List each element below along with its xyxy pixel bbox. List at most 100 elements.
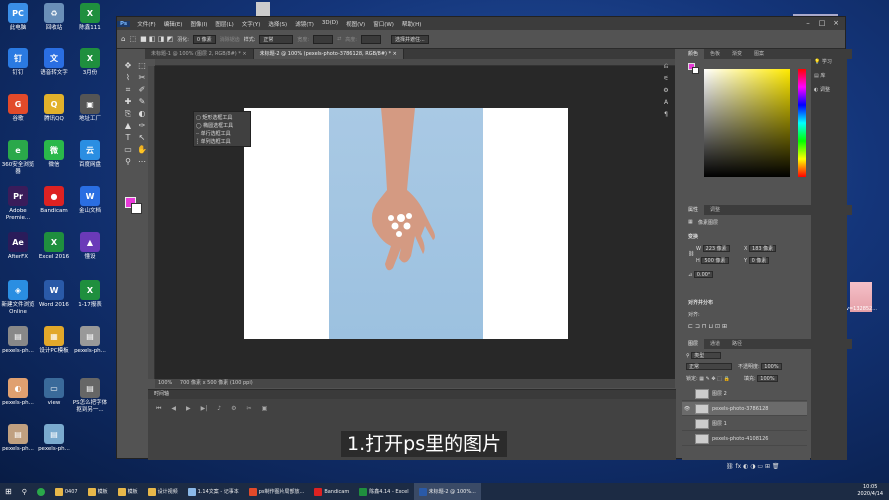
shape-tool-icon[interactable]: ▭ [121,144,135,156]
align-buttons[interactable]: ⊏ ⊐ ⊓ ⊔ ⊡ ⊞ [688,323,727,330]
menu-item[interactable]: 3D(D) [318,20,342,28]
zoom-level[interactable]: 100% [158,380,172,386]
desktop-icon[interactable]: 微微信 [36,140,72,169]
maximize-icon[interactable]: □ [815,18,829,29]
home-icon[interactable]: ⌂ [121,35,125,43]
taskbar-item[interactable]: 模板 [83,483,113,500]
desktop-icon[interactable]: W 金山文档 [72,186,108,215]
menu-item[interactable]: 滤镜(T) [291,20,318,28]
taskbar-item[interactable]: 陈鑫4.14 - Excel [354,483,413,500]
panel-tab[interactable]: 图层 [682,339,705,349]
move-tool-icon[interactable]: ✥ [121,60,135,72]
desktop-icon[interactable]: ▤ pexels-ph... [72,326,108,355]
hand-tool-icon[interactable]: ✋ [135,144,149,156]
stamp-tool-icon[interactable]: ⎘ [121,108,135,120]
play-icon[interactable]: ▶ [186,405,191,413]
style-select[interactable]: 正常 [259,34,294,44]
desktop-icon[interactable]: 文语音转文字 [36,48,72,77]
taskbar-pinned-icon[interactable] [32,483,50,500]
start-button[interactable]: ⊞ [0,483,17,500]
taskbar-search-icon[interactable]: ⚲ [17,483,32,500]
paragraph-icon[interactable]: ¶ [659,109,673,121]
width-input[interactable] [313,34,334,44]
desktop-icon[interactable]: ▣ 地址工厂 [72,94,108,123]
adjust-icon[interactable]: ⚟ [659,73,673,85]
background-color-swatch[interactable] [131,203,142,214]
prev-frame-icon[interactable]: ◀ [171,405,176,413]
brush-settings-icon[interactable]: ⚙ [659,85,673,97]
opacity-input[interactable]: 100% [761,363,782,370]
blend-mode-select[interactable]: 正常 [686,363,732,370]
panel-tab[interactable]: 图案 [748,49,770,59]
desktop-thumbnail[interactable] [256,2,270,16]
menu-item[interactable]: 图层(L) [211,20,237,28]
color-bg-swatch[interactable] [692,67,699,74]
layer-footer-icons[interactable]: ⛓ fx ◐ ◑ ▭ ⊞ 🗑 [726,463,780,470]
desktop-icon[interactable]: Q 腾讯QQ [36,94,72,123]
layer-row[interactable]: 👁 pexels-photo-3786128 [682,402,807,416]
taskbar-item[interactable]: 模板 [113,483,143,500]
character-icon[interactable]: A [659,97,673,109]
desktop-icon[interactable]: ● Bandicam [36,186,72,215]
select-and-mask-button[interactable]: 选择并遮住... [390,34,429,44]
color-picker-field[interactable] [704,69,790,177]
desktop-icon[interactable]: Ae AfterFX [0,232,36,261]
y-input[interactable]: 0 像素 [748,257,770,264]
document-tab[interactable]: 未标题-1 @ 100% (图层 2, RGB/8#) * × [145,49,254,59]
desktop-icon[interactable]: X 3月份 [72,48,108,77]
menu-item[interactable]: 图像(I) [186,20,211,28]
h-input[interactable]: 500 像素 [701,257,729,264]
desktop-icon[interactable]: ▤ PS怎么把字体抠到另一... [72,378,108,414]
close-icon[interactable]: × [829,18,843,29]
x-input[interactable]: 183 像素 [749,245,777,252]
fill-input[interactable]: 100% [757,375,778,382]
layer-kind-select[interactable]: 类型 [691,352,722,359]
settings-icon[interactable]: ⚙ [231,405,236,413]
desktop-icon[interactable]: X 1-17报表 [72,280,108,309]
path-select-icon[interactable]: ↖ [135,132,149,144]
marquee-tool-icon[interactable]: ⬚ [135,60,149,72]
desktop-icon[interactable]: ▤ pexels-ph... [0,326,36,355]
hue-slider[interactable] [798,69,806,177]
menu-item[interactable]: 编辑(E) [160,20,187,28]
brush-tool-icon[interactable]: ✎ [135,96,149,108]
desktop-icon[interactable]: W Word 2016 [36,280,72,309]
taskbar-item[interactable]: 0407 [50,483,83,500]
feather-input[interactable]: 0 像素 [192,34,216,44]
panel-tab[interactable]: 路径 [726,339,748,349]
desktop-icon[interactable]: Pr Adobe Premie... [0,186,36,222]
angle-input[interactable]: 0.00° [693,271,714,278]
panel-tab[interactable]: 调整 [704,205,726,215]
swap-icon[interactable]: ⇄ [337,36,341,42]
desktop-icon[interactable]: ◐ pexels-ph... [0,378,36,407]
taskbar-item[interactable]: 1.14文案 - 记事本 [183,483,244,500]
eyedropper-tool-icon[interactable]: ✐ [135,84,149,96]
audio-icon[interactable]: ♪ [217,405,221,413]
marquee-tool-icon[interactable]: ⬚ [129,35,136,43]
selection-mode-icons[interactable]: ■ ◧ ◨ ◩ [140,35,173,43]
panel-tab[interactable]: 色板 [704,49,726,59]
crop-tool-icon[interactable]: ✂ [135,72,149,84]
desktop-icon[interactable]: PC 此电脑 [0,3,36,32]
taskbar-item[interactable]: ps制作图片局部放... [244,483,310,500]
panel-tab[interactable]: 渐变 [726,49,748,59]
canvas-area[interactable]: ▢ 矩形选框工具 ◯ 椭圆选框工具 ┄ 单行选框工具 ┆ 单列选框工具 [155,66,675,379]
panel-tab[interactable]: 属性 [682,205,705,215]
minimize-icon[interactable]: – [801,18,815,29]
transition-icon[interactable]: ▣ [262,405,268,413]
desktop-icon[interactable]: X Excel 2016 [36,232,72,261]
w-input[interactable]: 223 像素 [702,245,730,252]
layer-row[interactable]: 图层 2 [682,387,807,401]
desktop-icon[interactable]: ◈ 新建文件浏览Online [0,280,36,316]
healing-tool-icon[interactable]: ✚ [121,96,135,108]
desktop-icon[interactable]: 钉钉钉 [0,48,36,77]
panel-tab[interactable]: 颜色 [682,49,705,59]
desktop-icon[interactable]: ▲ 懂设 [72,232,108,261]
desktop-icon[interactable]: G 谷歌 [0,94,36,123]
desktop-icon[interactable]: ▦ 设计PC模板 [36,326,72,355]
desktop-icon[interactable]: X 陈鑫111 [72,3,108,32]
collapsed-panel-button[interactable]: ▤ 库 [811,71,847,81]
layer-row[interactable]: pexels-photo-4108126 [682,432,807,446]
collapsed-panel-button[interactable]: ◐ 调整 [811,85,847,95]
more-tools-icon[interactable]: ⋯ [135,156,149,168]
